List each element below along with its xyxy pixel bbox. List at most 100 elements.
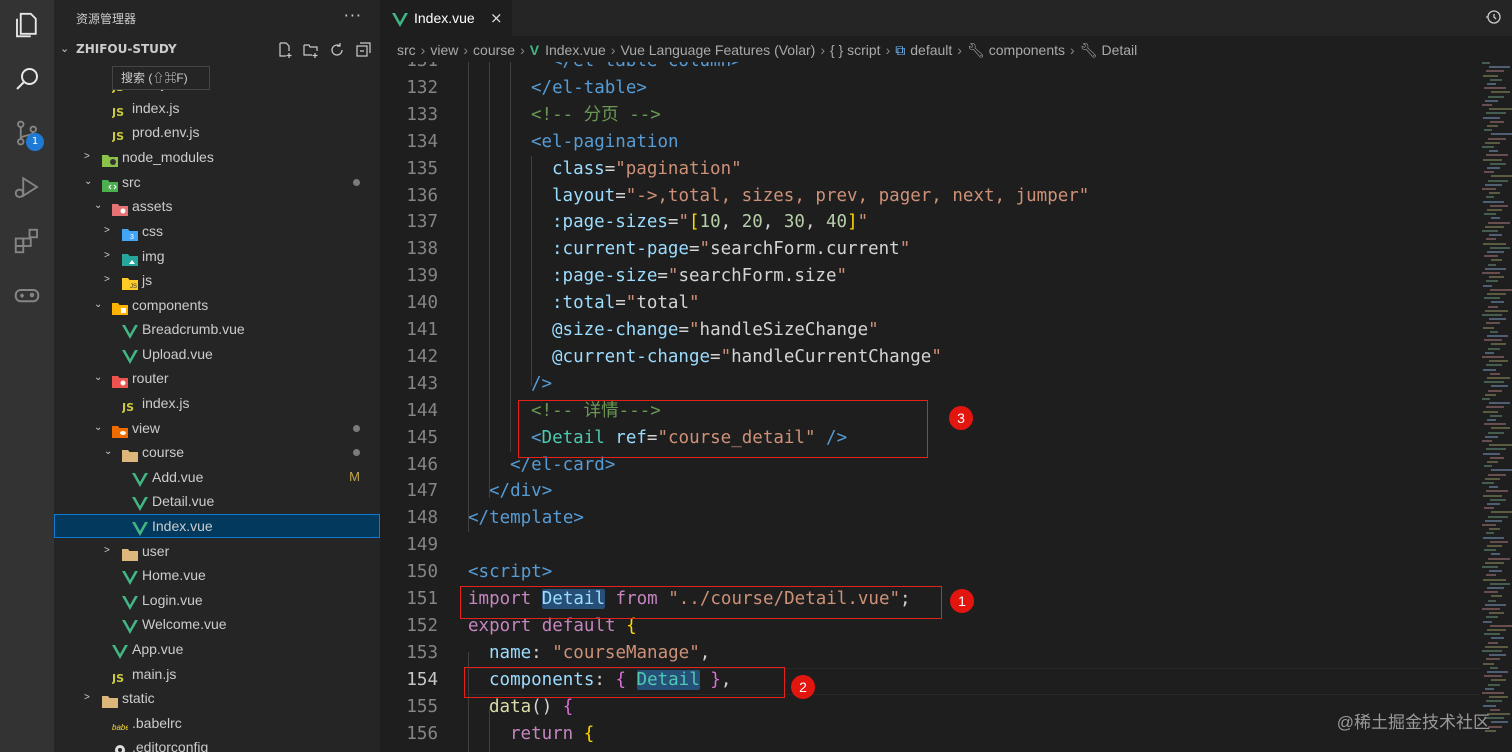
code-line[interactable]: 141 @size-change="handleSizeChange" (380, 317, 1480, 344)
tree-item[interactable]: babel .babelrc (54, 711, 380, 735)
minimap-line (1486, 70, 1504, 73)
code-text: @current-change="handleCurrentChange" (552, 344, 942, 371)
code-line[interactable]: 139:page-size="searchForm.size" (380, 263, 1480, 290)
code-line[interactable]: 134 <el-pagination (380, 129, 1480, 156)
breadcrumb-script[interactable]: { } script (830, 38, 881, 62)
explorer-icon[interactable] (12, 10, 42, 40)
search-icon[interactable] (12, 64, 42, 94)
tree-item[interactable]: ⌄ view (54, 416, 380, 440)
tree-item[interactable]: Welcome.vue (54, 612, 380, 636)
tree-item-label: .babelrc (132, 715, 182, 731)
code-text: :page-size="searchForm.size" (552, 263, 847, 290)
close-icon[interactable]: × (490, 9, 503, 27)
minimap-line (1487, 713, 1510, 715)
tree-item[interactable]: >3 css (54, 219, 380, 243)
code-line[interactable]: 140:total="total" (380, 290, 1480, 317)
breadcrumb-language[interactable]: Vue Language Features (Volar) (620, 38, 815, 62)
minimap-line (1490, 498, 1506, 501)
code-token: " (678, 212, 689, 233)
tree-item[interactable]: > img (54, 244, 380, 268)
more-actions-button[interactable]: ··· (344, 6, 362, 25)
code-line[interactable]: 148 </template> (380, 505, 1480, 532)
tree-item[interactable]: Breadcrumb.vue (54, 317, 380, 341)
code-token: @current-change (552, 346, 711, 367)
minimap-line (1486, 574, 1496, 577)
code-line[interactable]: 142 @current-change="handleCurrentChange" (380, 344, 1480, 371)
tree-item[interactable]: JS.env.js (54, 71, 380, 95)
code-line[interactable]: 131 </el-table-column> (380, 62, 1480, 75)
tree-item[interactable]: ⌄ router (54, 366, 380, 390)
code-line[interactable]: 143 /> (380, 371, 1480, 398)
minimap-line (1488, 137, 1506, 140)
code-token: "->,total, sizes, prev, pager, next, jum… (625, 185, 1090, 206)
tree-item[interactable]: ⌄ course (54, 440, 380, 464)
tree-item[interactable]: .editorconfig (54, 735, 380, 752)
new-file-icon[interactable] (276, 41, 294, 59)
tree-item[interactable]: Login.vue (54, 588, 380, 612)
minimap-line (1488, 725, 1502, 728)
annotation-box-1 (460, 586, 942, 619)
tree-item[interactable]: > JS js (54, 268, 380, 292)
workspace-header[interactable]: ⌄ ZHIFOU-STUDY (54, 39, 380, 61)
code-line[interactable]: 147 </div> (380, 478, 1480, 505)
tree-item[interactable]: Detail.vue (54, 489, 380, 513)
svg-text:JS: JS (112, 130, 124, 142)
code-line[interactable]: 132 </el-table> (380, 75, 1480, 102)
code-token: , (699, 642, 711, 663)
breadcrumb-course[interactable]: course (473, 38, 515, 62)
tree-item[interactable]: > node_modules (54, 145, 380, 169)
code-line[interactable]: 135 class="pagination" (380, 156, 1480, 183)
minimap-line (1486, 364, 1502, 367)
breadcrumb-file[interactable]: Index.vue (545, 38, 606, 62)
code-line[interactable]: 150 <script> (380, 559, 1480, 586)
tree-item[interactable]: > user (54, 539, 380, 563)
new-folder-icon[interactable] (302, 41, 320, 59)
folder-js-icon: JS (122, 273, 138, 290)
tree-item[interactable]: JS prod.env.js (54, 120, 380, 144)
tree-item[interactable]: Add.vue M (54, 465, 380, 489)
remote-game-icon[interactable] (12, 280, 42, 310)
tree-item-label: components (132, 297, 209, 313)
breadcrumb-view[interactable]: view (430, 38, 458, 62)
minimap-line (1486, 448, 1506, 451)
code-text: <!-- 分页 --> (531, 102, 661, 129)
tree-item[interactable]: JS index.js (54, 391, 380, 415)
code-line[interactable]: 133 <!-- 分页 --> (380, 102, 1480, 129)
tree-item[interactable]: > static (54, 686, 380, 710)
code-line[interactable]: 136 layout="->,total, sizes, prev, pager,… (380, 183, 1480, 210)
breadcrumb-default[interactable]: default (910, 38, 952, 62)
tree-item[interactable]: App.vue (54, 637, 380, 661)
code-line[interactable]: 138:current-page="searchForm.current" (380, 236, 1480, 263)
minimap-line (1482, 524, 1496, 526)
code-line[interactable]: 156 return { (380, 721, 1480, 748)
code-line[interactable]: 149 (380, 532, 1480, 559)
breadcrumb-components[interactable]: components (989, 38, 1065, 62)
tree-item[interactable]: ⌄ src (54, 170, 380, 194)
indent-guide (489, 707, 490, 752)
timeline-icon[interactable] (1484, 8, 1502, 26)
breadcrumb-src[interactable]: src (397, 38, 416, 62)
tree-item[interactable]: JS main.js (54, 662, 380, 686)
tree-item-label: Upload.vue (142, 346, 213, 362)
module-icon: ⧉ (895, 42, 906, 58)
tab-index-vue[interactable]: Index.vue × (380, 0, 512, 36)
minimap[interactable] (1480, 62, 1512, 752)
tree-item[interactable]: ⌄ components (54, 293, 380, 317)
tree-item[interactable]: Index.vue (54, 514, 380, 538)
collapse-all-icon[interactable] (354, 41, 372, 59)
tree-item[interactable]: JS index.js (54, 96, 380, 120)
refresh-icon[interactable] (328, 41, 346, 59)
run-debug-icon[interactable] (12, 172, 42, 202)
tree-item[interactable]: Upload.vue (54, 342, 380, 366)
js-icon: JS (111, 667, 128, 685)
tree-item[interactable]: Home.vue (54, 563, 380, 587)
config-icon (112, 740, 128, 752)
tree-item[interactable]: ⌄ assets (54, 194, 380, 218)
minimap-line (1490, 162, 1506, 165)
code-token: </el-table-column> (552, 62, 742, 71)
extensions-icon[interactable] (12, 226, 42, 256)
code-line[interactable]: 137:page-sizes="[10, 20, 30, 40]" (380, 209, 1480, 236)
breadcrumb-detail[interactable]: Detail (1101, 38, 1137, 62)
code-line[interactable]: 153 name: "courseManage", (380, 640, 1480, 667)
